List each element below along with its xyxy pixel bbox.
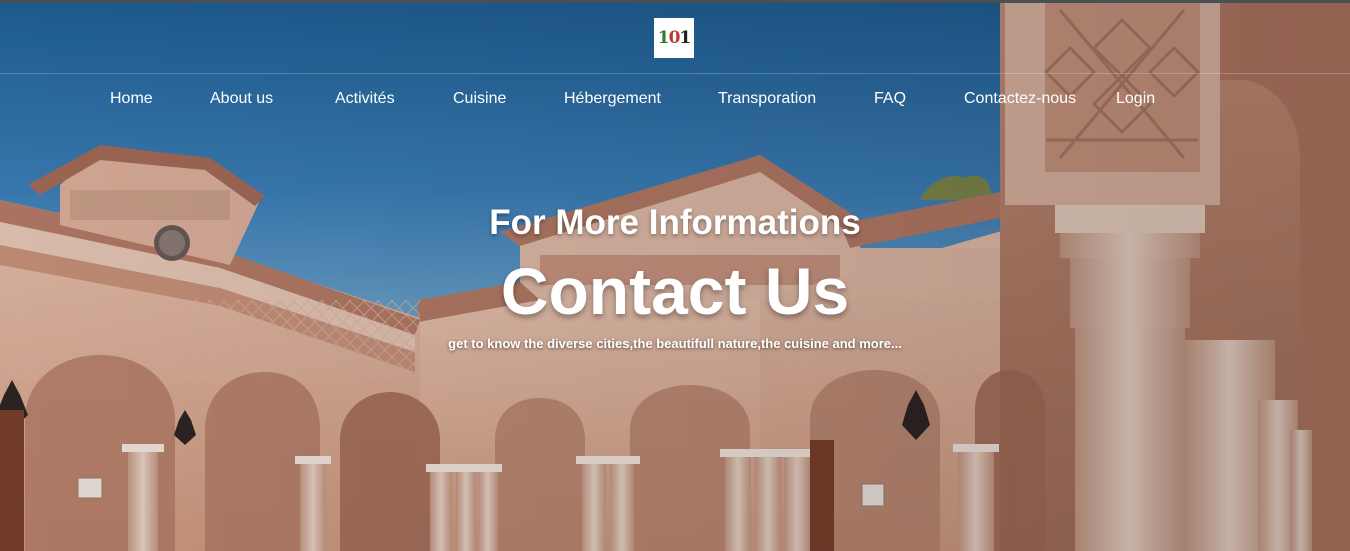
hero-tagline: get to know the diverse cities,the beaut… [448, 336, 902, 351]
nav-divider [0, 73, 1350, 74]
main-nav: Home About us Activités Cuisine Hébergem… [0, 88, 1350, 112]
hero-title: Contact Us [500, 254, 850, 328]
nav-item-contactez-nous[interactable]: Contactez-nous [964, 88, 1076, 110]
nav-item-login[interactable]: Login [1116, 88, 1155, 110]
site-logo[interactable]: 101 [654, 18, 694, 58]
window-top-strip [0, 0, 1350, 3]
nav-item-hebergement[interactable]: Hébergement [564, 88, 661, 110]
nav-item-activites[interactable]: Activités [335, 88, 395, 110]
nav-item-faq[interactable]: FAQ [874, 88, 906, 110]
nav-item-home[interactable]: Home [110, 88, 153, 110]
logo-mark: 101 [657, 27, 692, 48]
hero-section: 101 Home About us Activités Cuisine Hébe… [0, 0, 1350, 551]
hero-subtitle: For More Informations [489, 203, 861, 242]
nav-item-cuisine[interactable]: Cuisine [453, 88, 506, 110]
nav-item-transporation[interactable]: Transporation [718, 88, 816, 110]
nav-item-about-us[interactable]: About us [210, 88, 273, 110]
